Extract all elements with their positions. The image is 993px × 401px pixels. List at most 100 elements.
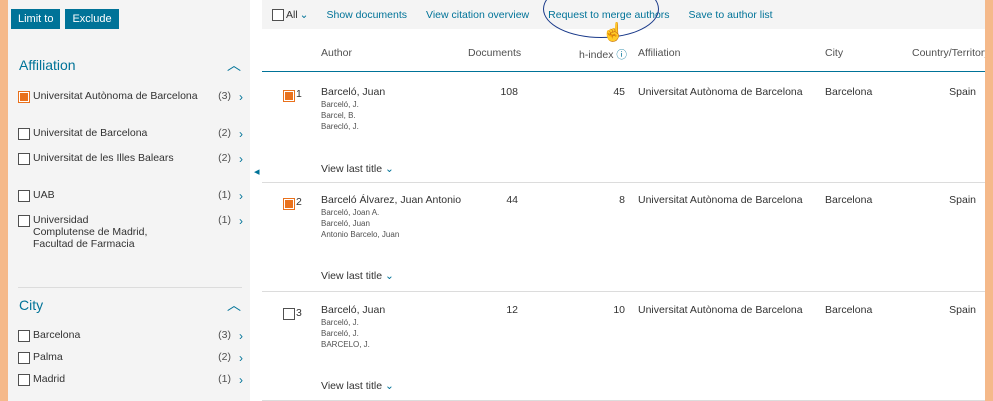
chevron-right-icon[interactable]: › bbox=[231, 152, 243, 166]
facet-label: Madrid bbox=[33, 373, 66, 385]
table-row: 1 Barceló, Juan Barceló, J. Barcel, B. B… bbox=[262, 72, 985, 183]
hindex-value: 8 bbox=[619, 194, 625, 206]
facet-checkbox[interactable] bbox=[18, 374, 30, 386]
name-variant: Barceló, J. bbox=[321, 329, 359, 338]
facet-item-affiliation[interactable]: Universitat de Barcelona (2) › bbox=[18, 127, 243, 141]
facet-checkbox[interactable] bbox=[18, 128, 30, 140]
chevron-right-icon[interactable]: › bbox=[231, 90, 243, 104]
facet-label: Universitat de les Illes Balears bbox=[33, 152, 174, 164]
row-checkbox[interactable] bbox=[283, 198, 295, 210]
chevron-right-icon[interactable]: › bbox=[231, 189, 243, 203]
view-citation-overview-link[interactable]: View citation overview bbox=[426, 9, 529, 21]
column-header-hindex[interactable]: h-index ⓘ bbox=[579, 47, 627, 62]
select-all-dropdown[interactable]: All ⌄ bbox=[272, 8, 309, 21]
view-last-title-toggle[interactable]: View last title ⌄ bbox=[321, 163, 394, 175]
chevron-up-icon[interactable]: ︿ bbox=[227, 55, 241, 75]
facet-label: Universidad Complutense de Madrid, Facul… bbox=[33, 214, 148, 250]
affiliation-value: Universitat Autònoma de Barcelona bbox=[638, 86, 803, 98]
show-documents-link[interactable]: Show documents bbox=[326, 9, 407, 21]
author-results-panel: Limit to Exclude Affiliation ︿ Universit… bbox=[8, 0, 985, 401]
view-last-title-toggle[interactable]: View last title ⌄ bbox=[321, 380, 394, 392]
city-value: Barcelona bbox=[825, 194, 873, 206]
facet-checkbox[interactable] bbox=[18, 153, 30, 165]
city-value: Barcelona bbox=[825, 304, 873, 316]
chevron-right-icon[interactable]: › bbox=[231, 351, 243, 365]
select-all-label: All bbox=[286, 8, 298, 21]
save-to-author-list-link[interactable]: Save to author list bbox=[689, 9, 773, 21]
chevron-right-icon[interactable]: › bbox=[231, 127, 243, 141]
facet-label: Barcelona bbox=[33, 329, 81, 341]
column-header-author[interactable]: Author bbox=[321, 47, 352, 59]
author-name-link[interactable]: Barceló, Juan bbox=[321, 86, 385, 98]
row-number: 3 bbox=[296, 307, 302, 319]
affiliation-value: Universitat Autònoma de Barcelona bbox=[638, 304, 803, 316]
view-last-title-label: View last title bbox=[321, 163, 383, 175]
facet-item-city[interactable]: Palma (2) › bbox=[18, 351, 243, 365]
facet-label: Palma bbox=[33, 351, 63, 363]
facet-item-affiliation[interactable]: Universitat de les Illes Balears (2) › bbox=[18, 152, 243, 166]
limit-exclude-row: Limit to Exclude bbox=[11, 9, 119, 29]
facet-checkbox[interactable] bbox=[18, 215, 30, 227]
name-variant: Barcel, B. bbox=[321, 111, 356, 120]
chevron-right-icon[interactable]: › bbox=[231, 373, 243, 387]
document-count[interactable]: 12 bbox=[468, 304, 518, 316]
facet-item-affiliation[interactable]: Universidad Complutense de Madrid, Facul… bbox=[18, 214, 243, 250]
view-last-title-toggle[interactable]: View last title ⌄ bbox=[321, 270, 394, 282]
city-value: Barcelona bbox=[825, 86, 873, 98]
facet-label: Universitat Autònoma de Barcelona bbox=[33, 90, 198, 102]
collapse-sidebar-icon[interactable]: ◂ bbox=[254, 165, 260, 178]
row-checkbox[interactable] bbox=[283, 90, 295, 102]
name-variants: Barceló, J. Barceló, J. BARCELO, J. bbox=[321, 317, 370, 350]
document-count[interactable]: 108 bbox=[468, 86, 518, 98]
column-header-documents[interactable]: Documents bbox=[468, 47, 521, 59]
author-name-link[interactable]: Barceló, Juan bbox=[321, 304, 385, 316]
facet-item-affiliation[interactable]: Universitat Autònoma de Barcelona (3) › bbox=[18, 90, 243, 104]
name-variant: Barceló, J. bbox=[321, 100, 359, 109]
chevron-down-icon: ⌄ bbox=[299, 8, 309, 21]
limit-to-button[interactable]: Limit to bbox=[11, 9, 61, 29]
chevron-right-icon[interactable]: › bbox=[231, 329, 243, 343]
facet-item-city[interactable]: Madrid (1) › bbox=[18, 373, 243, 387]
column-header-country[interactable]: Country/Territory bbox=[912, 47, 985, 59]
request-merge-authors-link[interactable]: Request to merge authors bbox=[548, 9, 669, 21]
facet-item-affiliation[interactable]: UAB (1) › bbox=[18, 189, 243, 203]
name-variant: Barecló, J. bbox=[321, 122, 359, 131]
facet-checkbox[interactable] bbox=[18, 330, 30, 342]
country-value: Spain bbox=[949, 86, 976, 98]
row-number: 2 bbox=[296, 196, 302, 208]
facet-count: (1) bbox=[218, 189, 231, 201]
column-header-affiliation[interactable]: Affiliation bbox=[638, 47, 680, 59]
chevron-down-icon: ⌄ bbox=[385, 163, 394, 175]
affiliation-facet-header[interactable]: Affiliation ︿ bbox=[19, 55, 241, 75]
affiliation-facet-title: Affiliation bbox=[19, 57, 76, 73]
facet-item-city[interactable]: Barcelona (3) › bbox=[18, 329, 243, 343]
view-last-title-label: View last title bbox=[321, 270, 383, 282]
chevron-right-icon[interactable]: › bbox=[231, 214, 243, 228]
select-all-checkbox[interactable] bbox=[272, 8, 284, 21]
hindex-label: h-index bbox=[579, 49, 614, 61]
facet-checkbox[interactable] bbox=[18, 91, 30, 103]
facet-count: (1) bbox=[218, 214, 231, 226]
info-icon[interactable]: ⓘ bbox=[616, 49, 627, 61]
view-last-title-label: View last title bbox=[321, 380, 383, 392]
chevron-up-icon[interactable]: ︿ bbox=[227, 295, 241, 315]
name-variants: Barceló, J. Barcel, B. Barecló, J. bbox=[321, 99, 359, 132]
facet-checkbox[interactable] bbox=[18, 190, 30, 202]
author-name-link[interactable]: Barceló Álvarez, Juan Antonio bbox=[321, 194, 461, 206]
facet-checkbox[interactable] bbox=[18, 352, 30, 364]
affiliation-value: Universitat Autònoma de Barcelona bbox=[638, 194, 803, 206]
hindex-value: 45 bbox=[613, 86, 625, 98]
refine-sidebar: Limit to Exclude Affiliation ︿ Universit… bbox=[8, 0, 250, 401]
name-variant: BARCELO, J. bbox=[321, 340, 370, 349]
row-checkbox[interactable] bbox=[283, 308, 295, 320]
country-value: Spain bbox=[949, 194, 976, 206]
page-border-right bbox=[985, 0, 993, 401]
column-header-city[interactable]: City bbox=[825, 47, 843, 59]
facet-count: (3) bbox=[218, 329, 231, 341]
facet-count: (1) bbox=[218, 373, 231, 385]
exclude-button[interactable]: Exclude bbox=[65, 9, 119, 29]
city-facet-header[interactable]: City ︿ bbox=[19, 295, 241, 315]
chevron-down-icon: ⌄ bbox=[385, 380, 394, 392]
document-count[interactable]: 44 bbox=[468, 194, 518, 206]
facet-count: (2) bbox=[218, 351, 231, 363]
